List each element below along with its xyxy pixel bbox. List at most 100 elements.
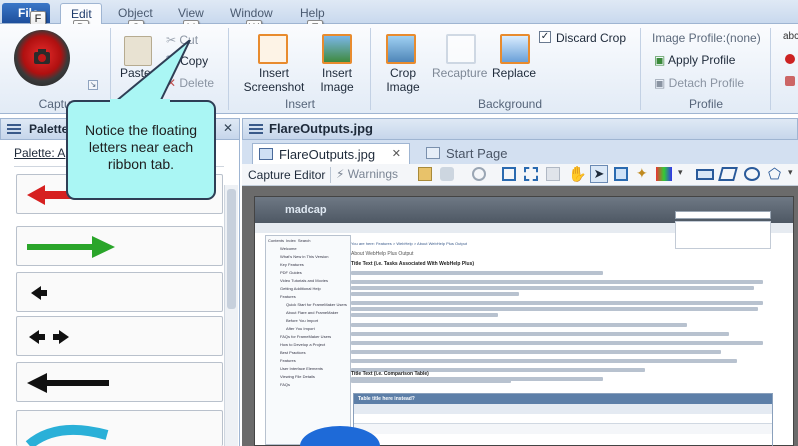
image-profile-label: Image Profile:(none) xyxy=(652,31,761,45)
shot-title-2: Title Text (i.e. Comparison Table) xyxy=(351,371,429,377)
stop-icon[interactable] xyxy=(785,54,795,64)
palette-scrollbar[interactable] xyxy=(224,185,238,446)
marquee-icon[interactable] xyxy=(614,167,628,181)
palette-title: Palette xyxy=(29,122,69,136)
profile-group-label: Profile xyxy=(688,97,723,111)
discard-crop-checkbox[interactable]: ✓ xyxy=(539,31,551,43)
recapture-icon xyxy=(446,34,476,64)
shot-table-title: Table title here instead? xyxy=(354,394,772,404)
shot-search-dropdown xyxy=(675,221,771,249)
insert-screenshot-icon xyxy=(258,34,288,64)
shot-paragraphs xyxy=(351,271,771,386)
shot-toc-item: Key Features xyxy=(280,262,304,267)
polygon-shape-icon[interactable] xyxy=(718,167,738,181)
captured-screenshot[interactable]: madcap Contents Index Search Welcome Wha… xyxy=(254,196,794,446)
shot-toc-item: Before You Import xyxy=(286,318,319,323)
stamp-icon[interactable] xyxy=(440,167,454,181)
shot-header: madcap xyxy=(255,197,793,223)
apply-profile-button[interactable]: ▣ Apply Profile xyxy=(654,53,735,67)
shot-toc-item: Video Tutorials and Movies xyxy=(280,278,328,283)
divider xyxy=(330,167,331,183)
warning-icon: ⚡ xyxy=(336,167,348,181)
group-separator xyxy=(770,28,771,110)
group-separator xyxy=(228,28,229,110)
pentagon-shape-icon[interactable]: ⬠ xyxy=(768,165,781,183)
crop-tool-icon[interactable] xyxy=(502,167,516,181)
replace-button[interactable]: Replace xyxy=(492,66,536,80)
shot-toc-tab: Search xyxy=(297,238,311,243)
shot-toc-item: Features xyxy=(280,294,296,299)
palette-arrow-small[interactable] xyxy=(16,272,223,312)
insert-image-button[interactable]: Insert Image xyxy=(314,66,360,94)
shot-toc-item: FAQs for FrameMaker Users xyxy=(280,334,332,339)
detach-profile-button[interactable]: ▣ Detach Profile xyxy=(654,76,744,90)
editor-header: FlareOutputs.jpg xyxy=(242,118,798,140)
start-page-icon xyxy=(426,147,440,159)
pane-grip-icon xyxy=(7,124,21,136)
palette-selector[interactable]: Palette: A xyxy=(14,146,65,160)
close-icon[interactable]: ✕ xyxy=(223,121,233,135)
shot-toc-item: Viewing File Details xyxy=(280,374,315,379)
callout-joint xyxy=(110,99,170,103)
tab-start-page[interactable]: Start Page xyxy=(420,143,550,164)
shot-brand: madcap xyxy=(285,204,327,216)
search-icon[interactable] xyxy=(472,167,486,181)
insert-screenshot-button[interactable]: Insert Screenshot xyxy=(236,66,312,94)
insert-group-label: Insert xyxy=(284,97,315,111)
shot-table: Table title here instead? xyxy=(353,393,773,446)
capture-editor-toolbar: Capture Editor ⚡ Warnings ✋ ➤ ✦ ▾ ⬠ ▾ xyxy=(242,164,798,186)
hand-tool-icon[interactable]: ✋ xyxy=(568,165,587,183)
replace-icon xyxy=(500,34,530,64)
warnings-button[interactable]: ⚡ Warnings xyxy=(336,167,398,181)
shot-toc-item: Quick Start for FrameMaker Users xyxy=(286,302,347,307)
magic-wand-icon[interactable]: ✦ xyxy=(636,165,648,182)
remove-icon[interactable] xyxy=(785,76,795,86)
folder-icon[interactable] xyxy=(418,167,432,181)
shot-table-header xyxy=(354,404,772,414)
apply-profile-icon: ▣ xyxy=(654,53,669,67)
callout-text: Notice the floating letters near each ri… xyxy=(84,122,198,172)
camera-icon xyxy=(34,49,50,64)
shot-heading: About WebHelp Plus Output xyxy=(351,251,414,257)
crop-image-button[interactable]: Crop Image xyxy=(380,66,426,94)
group-separator xyxy=(640,28,641,110)
pointer-tool-icon[interactable]: ➤ xyxy=(590,165,608,183)
shot-toc: Contents Index Search Welcome What's New… xyxy=(265,235,351,445)
shot-table-row xyxy=(354,414,772,424)
shot-toc-list: Welcome What's New in This Version Key F… xyxy=(266,245,350,389)
insert-image-icon xyxy=(322,34,352,64)
chevron-down-icon[interactable]: ▾ xyxy=(678,167,683,178)
shot-line xyxy=(351,379,511,383)
shot-toc-tab: Index xyxy=(286,238,296,243)
palette-arrow-double[interactable] xyxy=(16,316,223,356)
capture-editor-label: Capture Editor xyxy=(248,168,326,182)
chevron-down-icon[interactable]: ▾ xyxy=(788,167,793,178)
background-group-label: Background xyxy=(477,97,543,111)
shot-breadcrumb: You are here: Features > WebHelp > About… xyxy=(351,241,467,246)
pane-grip-icon xyxy=(249,124,263,136)
shot-toc-item: Welcome xyxy=(280,246,297,251)
recapture-button[interactable]: Recapture xyxy=(432,66,487,80)
rectangle-shape-icon[interactable] xyxy=(696,169,714,180)
palette-arrow-green[interactable] xyxy=(16,226,223,266)
shot-title-1: Title Text (i.e. Tasks Associated With W… xyxy=(351,261,475,267)
image-file-icon xyxy=(259,148,273,160)
ellipse-shape-icon[interactable] xyxy=(744,167,760,181)
shot-search-input xyxy=(675,211,771,219)
editor-window-title: FlareOutputs.jpg xyxy=(269,121,373,136)
shot-toc-item: Features xyxy=(280,358,296,363)
shot-toc-item: PDF Guides xyxy=(280,270,302,275)
shot-toc-item: Getting Additional Help xyxy=(280,286,321,291)
shot-toc-item: User Interface Elements xyxy=(280,366,323,371)
select-region-icon[interactable] xyxy=(524,167,538,181)
abc-icon: abc xyxy=(783,31,798,42)
palette-arrow-black[interactable] xyxy=(16,362,223,402)
palette-arrow-curved[interactable] xyxy=(16,410,223,446)
capture-button[interactable] xyxy=(14,30,70,86)
tab-flareoutputs[interactable]: FlareOutputs.jpg ✕ xyxy=(252,143,410,164)
shot-table-row xyxy=(354,424,772,434)
rect-fill-icon[interactable] xyxy=(546,167,560,181)
color-picker-icon[interactable] xyxy=(656,167,672,181)
close-tab-icon[interactable]: ✕ xyxy=(392,147,401,160)
shot-toc-item: Best Practices xyxy=(280,350,306,355)
